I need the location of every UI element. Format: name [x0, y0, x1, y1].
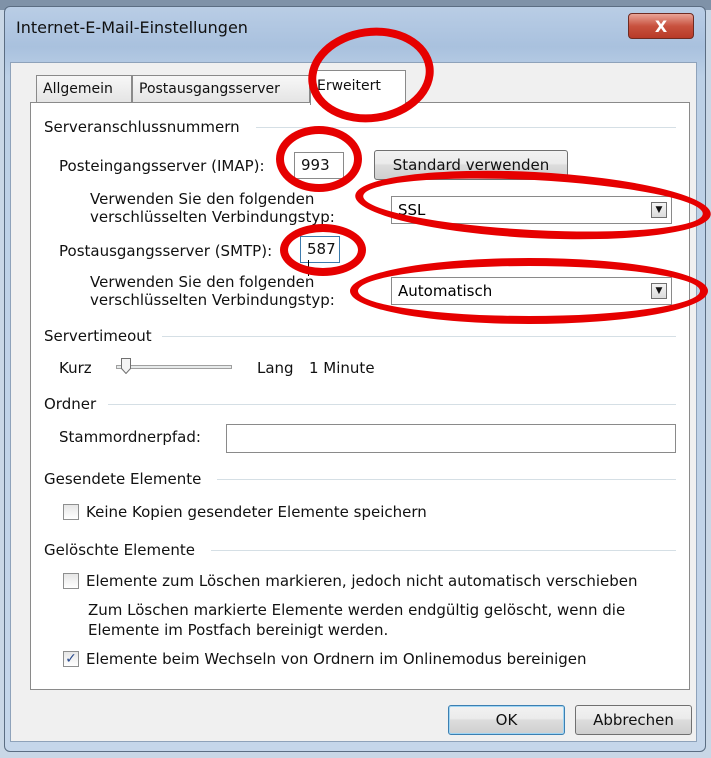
root-folder-input[interactable] — [226, 424, 676, 453]
root-folder-label: Stammordnerpfad: — [59, 428, 201, 446]
group-divider — [217, 479, 676, 480]
group-heading-timeout: Servertimeout — [44, 327, 152, 345]
group-heading-folders: Ordner — [44, 395, 97, 413]
outgoing-encryption-label: Verwenden Sie den folgenden verschlüsselt… — [90, 273, 335, 309]
close-button[interactable]: X — [628, 13, 694, 39]
group-divider — [108, 404, 676, 405]
incoming-port-value: 993 — [301, 156, 330, 174]
timeout-short-label: Kurz — [59, 359, 92, 377]
group-divider — [162, 336, 676, 337]
purge-info-line1: Zum Löschen markierte Elemente werden en… — [88, 601, 626, 619]
ok-label: OK — [495, 711, 518, 729]
outgoing-encryption-value: Automatisch — [398, 282, 493, 300]
encryption-label-line1: Verwenden Sie den folgenden — [90, 190, 315, 208]
incoming-port-input[interactable]: 993 — [294, 152, 344, 179]
timeout-slider-thumb[interactable] — [121, 358, 132, 374]
group-heading-sent: Gesendete Elemente — [44, 470, 202, 488]
encryption-label-line2: verschlüsselten Verbindungstyp: — [90, 291, 335, 309]
tab-label: Allgemein — [43, 81, 113, 97]
window-title: Internet-E-Mail-Einstellungen — [16, 18, 248, 37]
tab-label: Postausgangsserver — [139, 81, 280, 97]
no-copies-checkbox[interactable] — [63, 504, 79, 520]
incoming-encryption-value: SSL — [398, 201, 426, 219]
outgoing-server-label: Postausgangsserver (SMTP): — [59, 242, 273, 260]
no-copies-label: Keine Kopien gesendeter Elemente speiche… — [86, 503, 427, 521]
group-heading-server-ports: Serveranschlussnummern — [44, 118, 240, 136]
ok-button[interactable]: OK — [448, 705, 565, 735]
incoming-encryption-select[interactable]: SSL ▼ — [391, 196, 672, 224]
mark-for-delete-checkbox[interactable] — [63, 573, 79, 589]
chevron-down-icon[interactable]: ▼ — [651, 202, 667, 218]
timeout-slider-track[interactable] — [116, 365, 232, 369]
group-divider — [256, 127, 676, 128]
tab-postausgangsserver[interactable]: Postausgangsserver — [132, 75, 310, 103]
tab-allgemein[interactable]: Allgemein — [36, 75, 132, 103]
encryption-label-line1: Verwenden Sie den folgenden — [90, 273, 315, 291]
purge-on-switch-label: Elemente beim Wechseln von Ordnern im On… — [86, 650, 587, 668]
outgoing-port-input[interactable]: 587 — [300, 236, 340, 276]
cancel-button[interactable]: Abbrechen — [575, 705, 692, 735]
tab-label: Erweitert — [317, 78, 381, 94]
outgoing-port-value: 587 — [307, 240, 336, 258]
group-heading-deleted: Gelöschte Elemente — [44, 541, 195, 559]
purge-on-switch-checkbox[interactable]: ✓ — [63, 651, 79, 667]
timeout-value: 1 Minute — [309, 359, 375, 377]
encryption-label-line2: verschlüsselten Verbindungstyp: — [90, 208, 335, 226]
tab-erweitert[interactable]: Erweitert — [310, 70, 406, 105]
chevron-down-icon[interactable]: ▼ — [651, 283, 667, 299]
outgoing-encryption-select[interactable]: Automatisch ▼ — [391, 277, 672, 305]
incoming-server-label: Posteingangsserver (IMAP): — [59, 157, 265, 175]
purge-info-line2: Elemente im Postfach bereinigt werden. — [88, 621, 389, 639]
close-icon: X — [654, 16, 668, 36]
mark-for-delete-label: Elemente zum Löschen markieren, jedoch n… — [86, 572, 638, 590]
use-default-button[interactable]: Standard verwenden — [374, 150, 568, 180]
check-icon: ✓ — [65, 651, 77, 667]
purge-info-text: Zum Löschen markierte Elemente werden en… — [88, 600, 625, 640]
group-divider — [211, 550, 676, 551]
use-default-label: Standard verwenden — [392, 156, 550, 174]
cancel-label: Abbrechen — [593, 711, 674, 729]
incoming-encryption-label: Verwenden Sie den folgenden verschlüsselt… — [90, 190, 335, 226]
timeout-long-label: Lang — [257, 359, 294, 377]
